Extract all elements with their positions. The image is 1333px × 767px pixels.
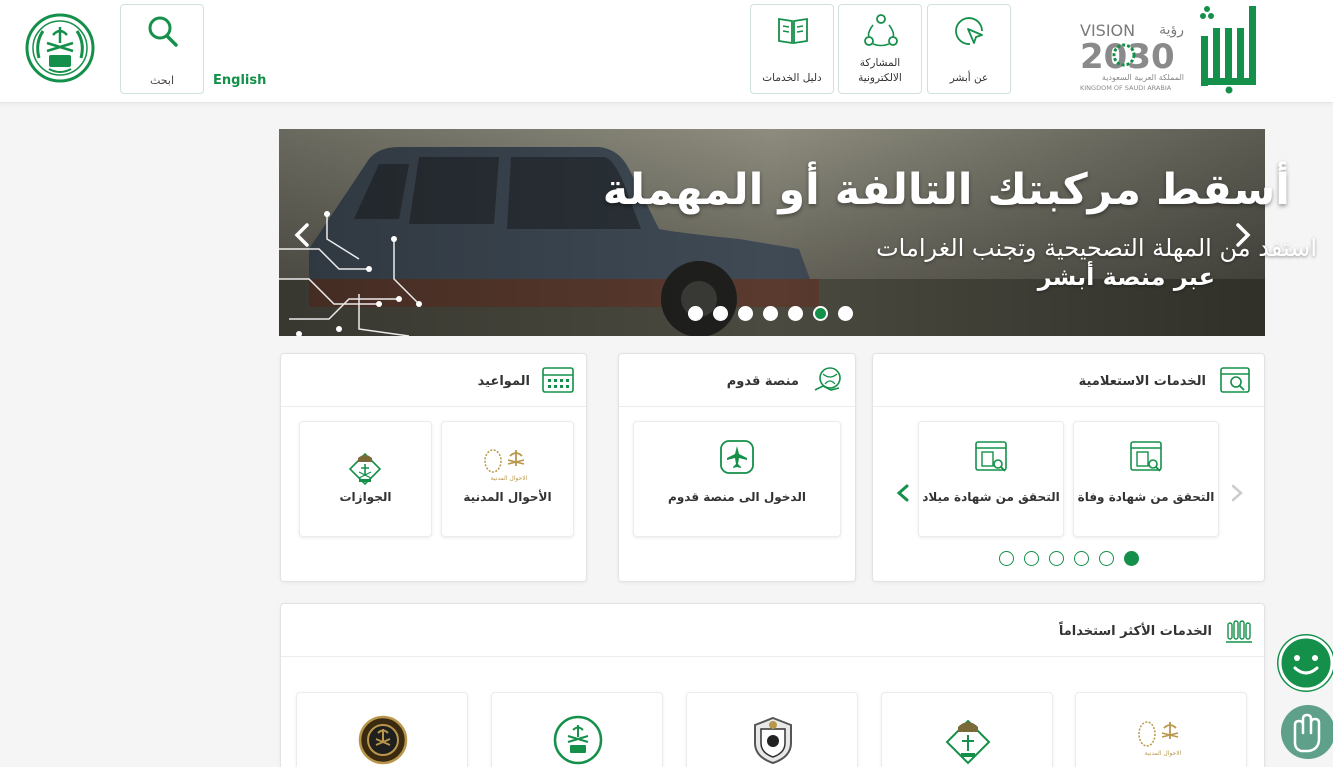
sign-language-hands-icon <box>1281 705 1333 763</box>
tile-enter-qudoom[interactable]: الدخول الى منصة قدوم <box>633 421 841 537</box>
banner-background-image <box>279 129 1265 336</box>
banner-dot[interactable] <box>788 306 803 321</box>
airplane-icon <box>720 440 754 478</box>
tile-label: الأحوال المدنية <box>463 490 552 504</box>
nav-e-participation-label: المشاركة الالكترونية <box>858 57 902 84</box>
tile-civil-affairs-appointments[interactable]: الاحوال المدنية الأحوال المدنية <box>441 421 574 537</box>
book-icon <box>775 13 811 51</box>
appointments-card: المواعيد الاحوال المدنية الأحوال المدنية <box>280 353 587 582</box>
network-people-icon <box>863 13 899 53</box>
inquiry-page-dot[interactable] <box>999 551 1014 566</box>
inquiry-pagination <box>999 551 1139 566</box>
inquiry-page-dot-active[interactable] <box>1124 551 1139 566</box>
appointments-header: المواعيد <box>281 354 586 407</box>
civil-affairs-logo-text: الاحوال المدنية <box>1145 750 1182 757</box>
pointer-click-icon <box>952 13 988 53</box>
most-used-header: الخدمات الأكثر استخداماً <box>281 604 1264 657</box>
tile-verify-death-certificate[interactable]: التحقق من شهادة وفاة <box>1073 421 1219 537</box>
banner-dot[interactable] <box>713 306 728 321</box>
search-window-icon <box>1220 366 1250 398</box>
inquiry-services-header: الخدمات الاستعلامية <box>873 354 1264 407</box>
nav-services-guide-label: دليل الخدمات <box>762 72 822 84</box>
tile-label: التحقق من شهادة ميلاد <box>922 490 1060 504</box>
chat-smile-icon <box>1277 634 1333 696</box>
most-used-tile-civil-affairs[interactable]: الاحوال المدنية <box>1075 692 1247 767</box>
inquiry-prev-arrow-icon[interactable] <box>1229 483 1245 507</box>
passports-logo <box>943 715 993 767</box>
inquiry-page-dot[interactable] <box>1099 551 1114 566</box>
most-used-title: الخدمات الأكثر استخداماً <box>1058 624 1212 639</box>
qudoom-header: منصة قدوم <box>619 354 855 407</box>
document-search-icon <box>974 440 1010 478</box>
language-switch-link[interactable]: English <box>213 73 266 88</box>
nav-e-participation[interactable]: المشاركة الالكترونية <box>838 4 922 94</box>
inquiry-next-arrow-icon[interactable] <box>895 483 911 507</box>
sign-language-button[interactable] <box>1281 705 1333 759</box>
nav-about-absher[interactable]: عن أبشر <box>927 4 1011 94</box>
qudoom-platform-card: منصة قدوم الدخول الى منصة قدوم <box>618 353 856 582</box>
banner-next-arrow-icon[interactable] <box>1232 222 1254 252</box>
search-label: ابحث <box>149 74 175 87</box>
banner-dot[interactable] <box>838 306 853 321</box>
globe-hand-icon <box>813 366 843 398</box>
document-search-icon <box>1129 440 1165 478</box>
ministry-emblem-logo[interactable] <box>25 13 95 83</box>
banner-prev-arrow-icon[interactable] <box>291 222 313 252</box>
inquiry-page-dot[interactable] <box>1049 551 1064 566</box>
tile-passports-appointments[interactable]: الجوازات <box>299 421 432 537</box>
tile-verify-birth-certificate[interactable]: التحقق من شهادة ميلاد <box>918 421 1064 537</box>
nav-services-guide[interactable]: دليل الخدمات <box>750 4 834 94</box>
inquiry-services-card: الخدمات الاستعلامية التحقق من شهادة وفاة <box>872 353 1265 582</box>
security-agency-logo <box>358 715 408 767</box>
nav-about-absher-label: عن أبشر <box>949 72 989 84</box>
most-used-services-card: الخدمات الأكثر استخداماً الاحوال المدنية <box>280 603 1265 767</box>
hero-banner-carousel[interactable] <box>279 129 1265 336</box>
inquiry-page-dot[interactable] <box>1074 551 1089 566</box>
tile-label: التحقق من شهادة وفاة <box>1077 490 1215 504</box>
banner-subtitle-secondary: عبر منصة أبشر <box>1037 263 1215 291</box>
chatbot-button[interactable] <box>1277 634 1333 692</box>
inquiry-page-dot[interactable] <box>1024 551 1039 566</box>
banner-dot-active[interactable] <box>813 306 828 321</box>
most-used-tile-passports[interactable] <box>881 692 1053 767</box>
vision-kingdom-english: KINGDOM OF SAUDI ARABIA <box>1080 84 1172 92</box>
inquiry-services-title: الخدمات الاستعلامية <box>1078 374 1206 389</box>
tile-label: الدخول الى منصة قدوم <box>668 490 806 504</box>
vision-year: 2030 <box>1080 37 1175 77</box>
public-security-logo <box>748 715 798 767</box>
vision-kingdom-arabic: المملكة العربية السعودية <box>1102 73 1184 82</box>
vision-2030-logo: VISION رؤية 2030 المملكة العربية السعودي… <box>1078 14 1188 92</box>
ministry-emblem-logo <box>553 715 603 767</box>
banner-dot[interactable] <box>738 306 753 321</box>
vision-arabic-word: رؤية <box>1159 22 1184 38</box>
search-icon <box>146 15 180 53</box>
civil-affairs-logo-text: الاحوال المدنية <box>491 475 528 482</box>
most-used-tile-public-security[interactable] <box>686 692 858 767</box>
banner-headline: أسقط مركبتك التالفة أو المهملة <box>602 165 1290 215</box>
qudoom-title: منصة قدوم <box>726 374 799 389</box>
tile-label: الجوازات <box>339 490 392 504</box>
civil-affairs-logo: الاحوال المدنية <box>482 448 536 486</box>
search-button[interactable]: ابحث <box>120 4 204 94</box>
bar-chart-icon <box>1226 617 1252 647</box>
site-header: ابحث English دليل الخدمات المشاركة الالك… <box>0 0 1333 103</box>
banner-dot[interactable] <box>763 306 778 321</box>
civil-affairs-logo: الاحوال المدنية <box>1136 719 1190 763</box>
most-used-tile-security-agency[interactable] <box>296 692 468 767</box>
appointments-title: المواعيد <box>477 374 530 389</box>
banner-dot[interactable] <box>688 306 703 321</box>
most-used-tile-ministry-interior[interactable] <box>491 692 663 767</box>
banner-pagination <box>688 306 853 321</box>
calendar-icon <box>542 366 574 398</box>
passports-logo <box>348 452 382 492</box>
absher-logo[interactable] <box>1195 6 1259 94</box>
